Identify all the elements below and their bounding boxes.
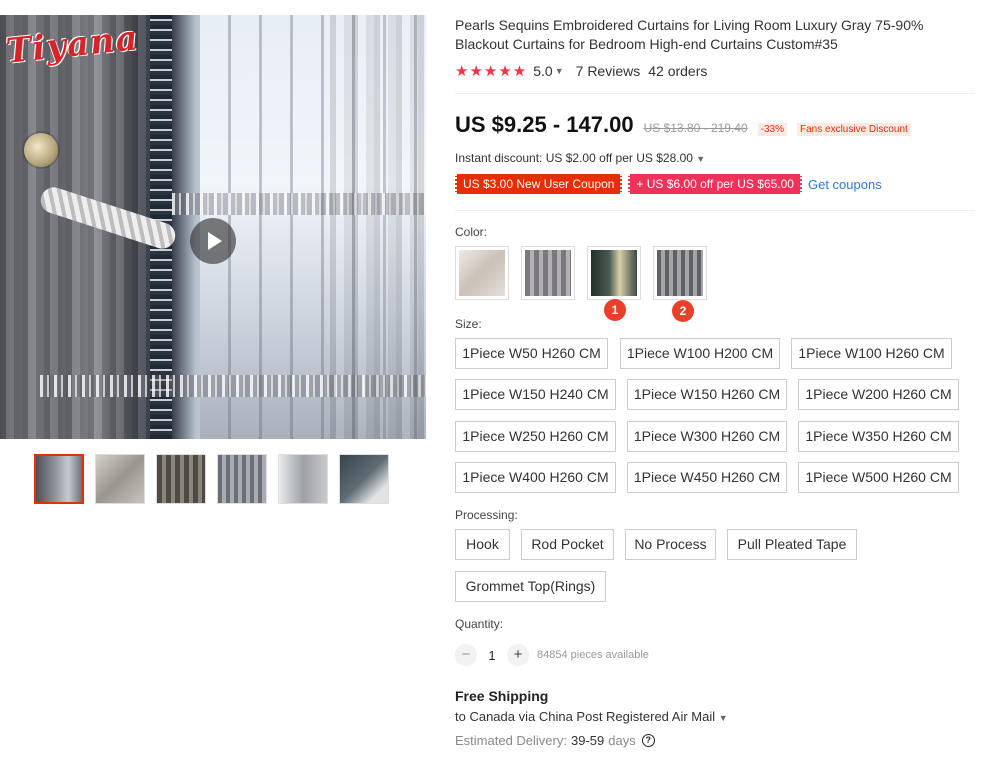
color-badge-1: 1: [604, 299, 626, 321]
instant-discount[interactable]: Instant discount: US $2.00 off per US $2…: [455, 151, 705, 165]
rating-stars-icon: ★★★★★: [455, 63, 528, 80]
size-option[interactable]: 1Piece W50 H260 CM: [455, 338, 608, 369]
processing-option[interactable]: Rod Pocket: [521, 529, 614, 560]
color-option-3[interactable]: [587, 246, 641, 300]
thumbnail-6[interactable]: [339, 454, 389, 504]
thumbnail-2[interactable]: [95, 454, 145, 504]
color-swatch-gray-sheer-icon: [525, 250, 571, 296]
color-option-2[interactable]: [521, 246, 575, 300]
size-option[interactable]: 1Piece W350 H260 CM: [798, 421, 959, 452]
price-row: US $9.25 - 147.00 US $13.80 - 219.40 -33…: [455, 112, 911, 138]
quantity-increase-button[interactable]: +: [507, 644, 529, 666]
quantity-stepper: − 1 + 84854 pieces available: [455, 644, 649, 666]
shipping-title: Free Shipping: [455, 688, 549, 704]
store-coupon[interactable]: + US $6.00 off per US $65.00: [628, 174, 802, 194]
estimated-delivery-unit: days: [608, 733, 636, 748]
quantity-value[interactable]: 1: [477, 648, 507, 663]
play-video-icon[interactable]: [190, 218, 236, 264]
estimated-delivery: Estimated Delivery: 39-59 days ?: [455, 733, 655, 748]
instant-discount-text: Instant discount: US $2.00 off per US $2…: [455, 151, 693, 165]
color-swatch-embroidery-icon: [459, 250, 505, 296]
curtain-photo-thumbnail-icon: [157, 455, 205, 503]
help-icon[interactable]: ?: [641, 734, 655, 747]
thumbnail-5[interactable]: [278, 454, 328, 504]
color-badge-2: 2: [672, 300, 694, 322]
current-price: US $9.25 - 147.00: [455, 112, 634, 137]
thumbnail-strip: [34, 454, 389, 504]
quantity-label: Quantity:: [455, 617, 504, 631]
quantity-decrease-button[interactable]: −: [455, 644, 477, 666]
orders-count: 42 orders: [648, 63, 708, 79]
color-option-1[interactable]: [455, 246, 509, 300]
estimated-delivery-value: 39-59: [570, 733, 605, 748]
new-user-coupon[interactable]: US $3.00 New User Coupon: [455, 174, 623, 194]
color-options: [455, 246, 707, 300]
size-option[interactable]: 1Piece W300 H260 CM: [627, 421, 787, 452]
size-option[interactable]: 1Piece W100 H260 CM: [791, 338, 952, 369]
divider: [455, 93, 975, 94]
tieback-knob: [24, 133, 58, 167]
processing-label: Processing:: [455, 508, 518, 522]
size-option[interactable]: 1Piece W200 H260 CM: [798, 379, 959, 410]
processing-option[interactable]: Pull Pleated Tape: [727, 529, 857, 560]
divider: [455, 210, 975, 211]
original-price: US $13.80 - 219.40: [643, 121, 748, 135]
curtain-photo-thumbnail-icon: [218, 455, 266, 503]
size-option[interactable]: 1Piece W150 H240 CM: [455, 379, 616, 410]
chevron-down-icon[interactable]: ▼: [696, 154, 705, 164]
estimated-delivery-label: Estimated Delivery:: [455, 733, 567, 748]
processing-option[interactable]: No Process: [625, 529, 716, 560]
discount-badge: -33%: [757, 123, 788, 136]
color-swatch-dark-embroidered-icon: [591, 250, 637, 296]
size-option[interactable]: 1Piece W500 H260 CM: [798, 462, 959, 493]
thumbnail-3[interactable]: [156, 454, 206, 504]
curtain-photo-thumbnail-icon: [279, 455, 327, 503]
rating-value[interactable]: 5.0: [533, 63, 552, 79]
coupon-row: US $3.00 New User Coupon + US $6.00 off …: [455, 174, 882, 194]
color-option-4[interactable]: [653, 246, 707, 300]
get-coupons-link[interactable]: Get coupons: [808, 177, 882, 192]
curtain-drape-right: [330, 15, 426, 439]
processing-option[interactable]: Hook: [455, 529, 510, 560]
curtain-photo-thumbnail-icon: [96, 455, 144, 503]
fans-discount-badge: Fans exclusive Discount: [797, 123, 911, 136]
processing-option[interactable]: Grommet Top(Rings): [455, 571, 606, 602]
shipping-destination-text: to Canada via China Post Registered Air …: [455, 709, 716, 724]
size-label: Size:: [455, 317, 482, 331]
shipping-destination[interactable]: to Canada via China Post Registered Air …: [455, 709, 728, 724]
reviews-link[interactable]: 7 Reviews: [576, 63, 641, 79]
size-option[interactable]: 1Piece W100 H200 CM: [620, 338, 780, 369]
chevron-down-icon[interactable]: ▼: [555, 66, 564, 76]
thumbnail-1[interactable]: [34, 454, 84, 504]
curtain-photo-thumbnail-icon: [340, 455, 388, 503]
size-option[interactable]: 1Piece W450 H260 CM: [627, 462, 787, 493]
size-option[interactable]: 1Piece W400 H260 CM: [455, 462, 616, 493]
main-product-image[interactable]: Tiyana: [0, 15, 426, 439]
size-option[interactable]: 1Piece W250 H260 CM: [455, 421, 616, 452]
color-swatch-gray-striped-icon: [657, 250, 703, 296]
thumbnail-4[interactable]: [217, 454, 267, 504]
color-label: Color:: [455, 225, 488, 239]
quantity-available: 84854 pieces available: [537, 649, 649, 661]
rating-row: ★★★★★ 5.0 ▼ 7 Reviews 42 orders: [455, 62, 707, 80]
curtain-video-thumbnail-icon: [36, 456, 82, 502]
chevron-down-icon[interactable]: ▼: [719, 713, 728, 723]
size-option[interactable]: 1Piece W150 H260 CM: [627, 379, 787, 410]
product-title: Pearls Sequins Embroidered Curtains for …: [455, 17, 924, 52]
